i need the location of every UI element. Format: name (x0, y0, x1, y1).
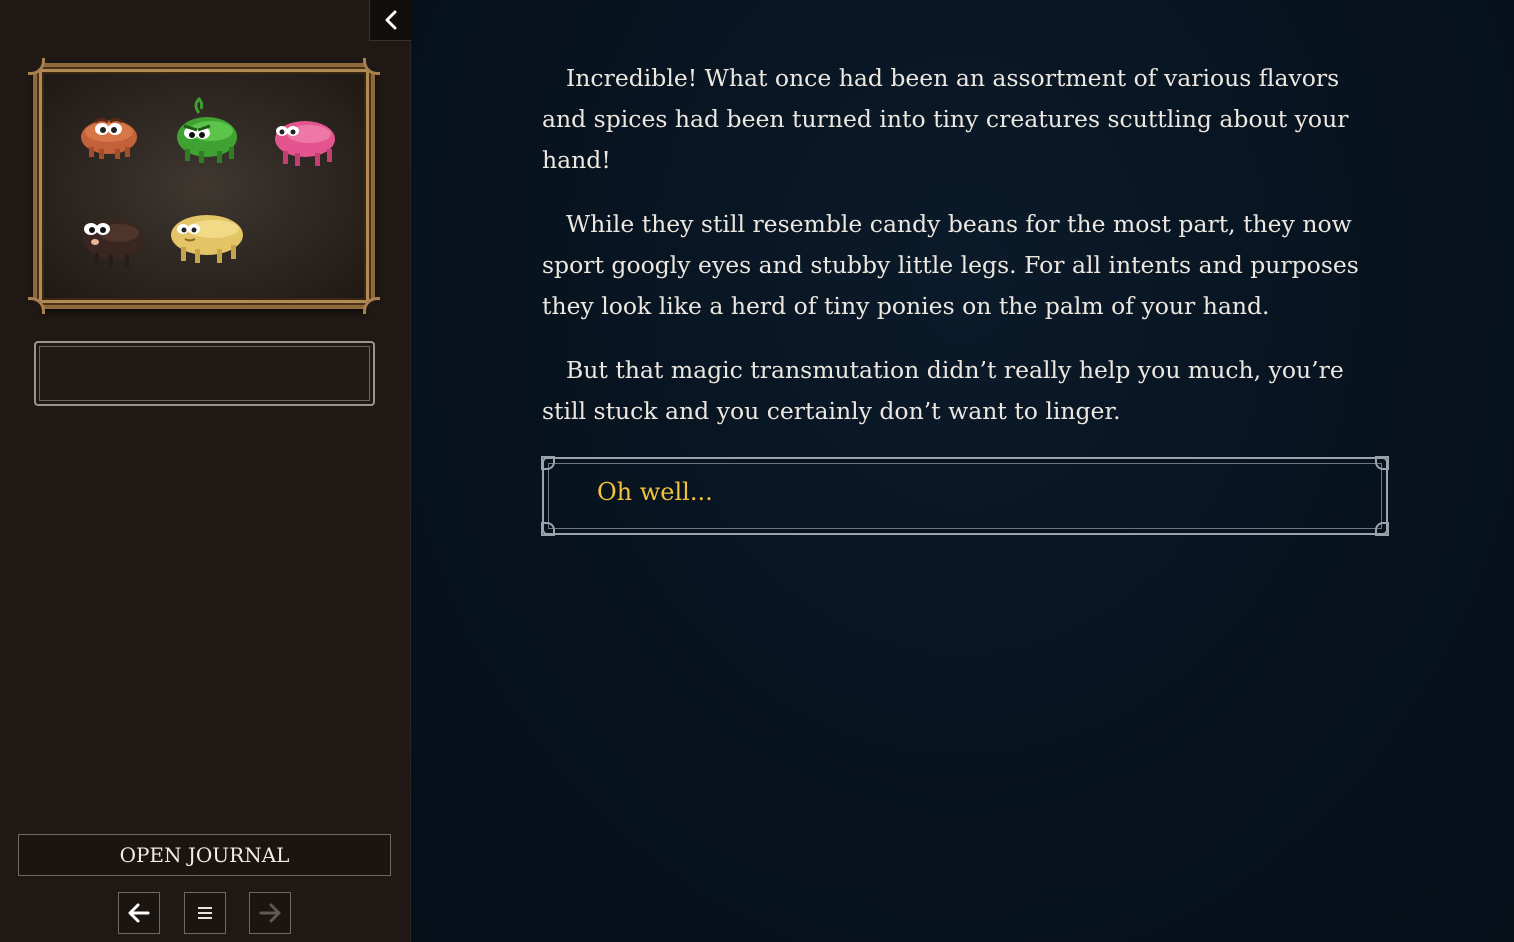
pink-bean-creature (275, 121, 335, 166)
frame-corner (363, 297, 380, 314)
stats-panel (34, 341, 375, 406)
arrow-left-icon (128, 903, 150, 923)
choice-corner (541, 456, 555, 470)
choice-corner (541, 522, 555, 536)
choice-button-oh-well[interactable]: Oh well... (541, 456, 1389, 536)
back-button[interactable] (118, 892, 160, 934)
choice-corner (1375, 522, 1389, 536)
choice-corner (1375, 456, 1389, 470)
frame-corner (363, 58, 380, 75)
story-text: Incredible! What once had been an assort… (542, 58, 1372, 455)
choice-label: Oh well... (597, 478, 713, 506)
story-paragraph: While they still resemble candy beans fo… (542, 210, 1359, 320)
collapse-sidebar-button[interactable] (369, 0, 411, 41)
green-bean-creature (177, 96, 237, 163)
menu-icon (198, 907, 212, 919)
story-paragraph: But that magic transmutation didn’t real… (542, 356, 1344, 425)
open-journal-button[interactable]: OPEN JOURNAL (18, 834, 391, 876)
arrow-right-icon (259, 903, 281, 923)
sidebar: OPEN JOURNAL (0, 0, 411, 942)
frame-corner (28, 297, 45, 314)
frame-corner (28, 58, 45, 75)
yellow-bean-creature (171, 215, 243, 263)
dark-bean-creature (83, 219, 143, 267)
portrait-frame (28, 58, 380, 314)
chevron-left-icon (385, 10, 396, 30)
menu-button[interactable] (184, 892, 226, 934)
story-paragraph: Incredible! What once had been an assort… (542, 64, 1349, 174)
forward-button[interactable] (249, 892, 291, 934)
story-panel: Incredible! What once had been an assort… (411, 0, 1514, 942)
orange-bean-creature (81, 118, 137, 159)
